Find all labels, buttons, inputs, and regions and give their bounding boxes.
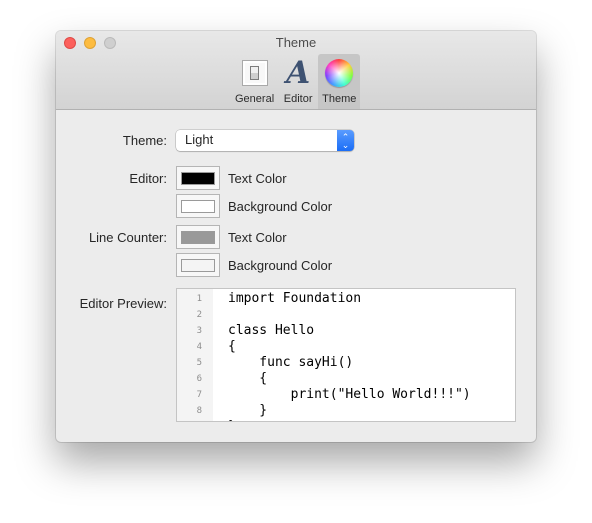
code-text: class Hello xyxy=(228,323,315,338)
tab-general-label: General xyxy=(235,93,275,105)
tab-general[interactable]: General xyxy=(231,54,278,109)
line-counter-text-color-well[interactable] xyxy=(176,225,220,249)
code-line: 2 xyxy=(177,307,515,323)
editor-preview-label: Editor Preview: xyxy=(79,296,167,311)
line-counter-background-color-label: Background Color xyxy=(228,258,333,273)
editor-preview[interactable]: 1 import Foundation 2 3 class Hello 4{5 func … xyxy=(176,288,516,422)
line-number: 2 xyxy=(196,310,202,320)
tab-theme[interactable]: Theme xyxy=(318,54,361,109)
line-counter-text-color-label: Text Color xyxy=(228,230,287,245)
line-number: 6 xyxy=(196,374,202,384)
tab-editor-label: Editor xyxy=(283,93,313,105)
tab-theme-label: Theme xyxy=(322,93,357,105)
line-number: 3 xyxy=(196,326,202,336)
theme-select[interactable]: Light ⌃ ⌄ xyxy=(176,130,354,151)
chevron-up-down-icon: ⌃ ⌄ xyxy=(337,130,354,151)
code-text: } xyxy=(228,403,268,418)
code-line: 5 func sayHi() xyxy=(177,355,515,371)
line-counter-text-color-swatch xyxy=(181,230,215,244)
line-counter-background-color-swatch xyxy=(181,258,215,272)
tab-editor[interactable]: A Editor xyxy=(278,54,318,109)
code-text: { xyxy=(228,339,236,354)
line-number: 1 xyxy=(196,294,202,304)
theme-select-value: Light xyxy=(185,132,214,147)
preferences-window: Theme General A Editor Theme Theme: Ligh… xyxy=(56,31,536,442)
general-switch-icon xyxy=(239,57,271,89)
color-wheel-icon xyxy=(323,57,355,89)
code-line: 7 print("Hello World!!!") xyxy=(177,387,515,403)
code-line: 3 class Hello xyxy=(177,323,515,339)
font-a-icon: A xyxy=(286,55,311,91)
editor-background-color-well[interactable] xyxy=(176,194,220,218)
theme-pane: Theme: Light ⌃ ⌄ Editor: Text Color Backg… xyxy=(56,110,536,442)
line-counter-background-color-well[interactable] xyxy=(176,253,220,277)
editor-text-color-swatch xyxy=(181,171,215,185)
code-text: } xyxy=(228,419,236,421)
window-title: Theme xyxy=(275,35,317,50)
code-line: 6 { xyxy=(177,371,515,387)
code-line: 8 } xyxy=(177,403,515,419)
editor-text-color-label: Text Color xyxy=(228,171,287,186)
editor-background-color-swatch xyxy=(181,199,215,213)
preferences-toolbar: General A Editor Theme xyxy=(231,54,361,109)
line-counter-label: Line Counter: xyxy=(88,230,167,245)
code-text: import Foundation xyxy=(228,291,362,306)
code-text: func sayHi() xyxy=(228,355,354,370)
title-bar: Theme General A Editor Theme xyxy=(56,31,536,110)
code-line: 9} xyxy=(177,419,515,421)
code-line: 4{ xyxy=(177,339,515,355)
line-number: 5 xyxy=(196,358,202,368)
line-number: 8 xyxy=(196,406,202,416)
editor-label: Editor: xyxy=(129,171,167,186)
code-line: 1 import Foundation xyxy=(177,291,515,307)
code-text: { xyxy=(228,371,268,386)
editor-background-color-label: Background Color xyxy=(228,199,333,214)
editor-text-color-well[interactable] xyxy=(176,166,220,190)
code-text: print("Hello World!!!") xyxy=(228,387,471,402)
line-number: 7 xyxy=(196,390,202,400)
theme-label: Theme: xyxy=(122,133,167,148)
line-number: 4 xyxy=(196,342,202,352)
